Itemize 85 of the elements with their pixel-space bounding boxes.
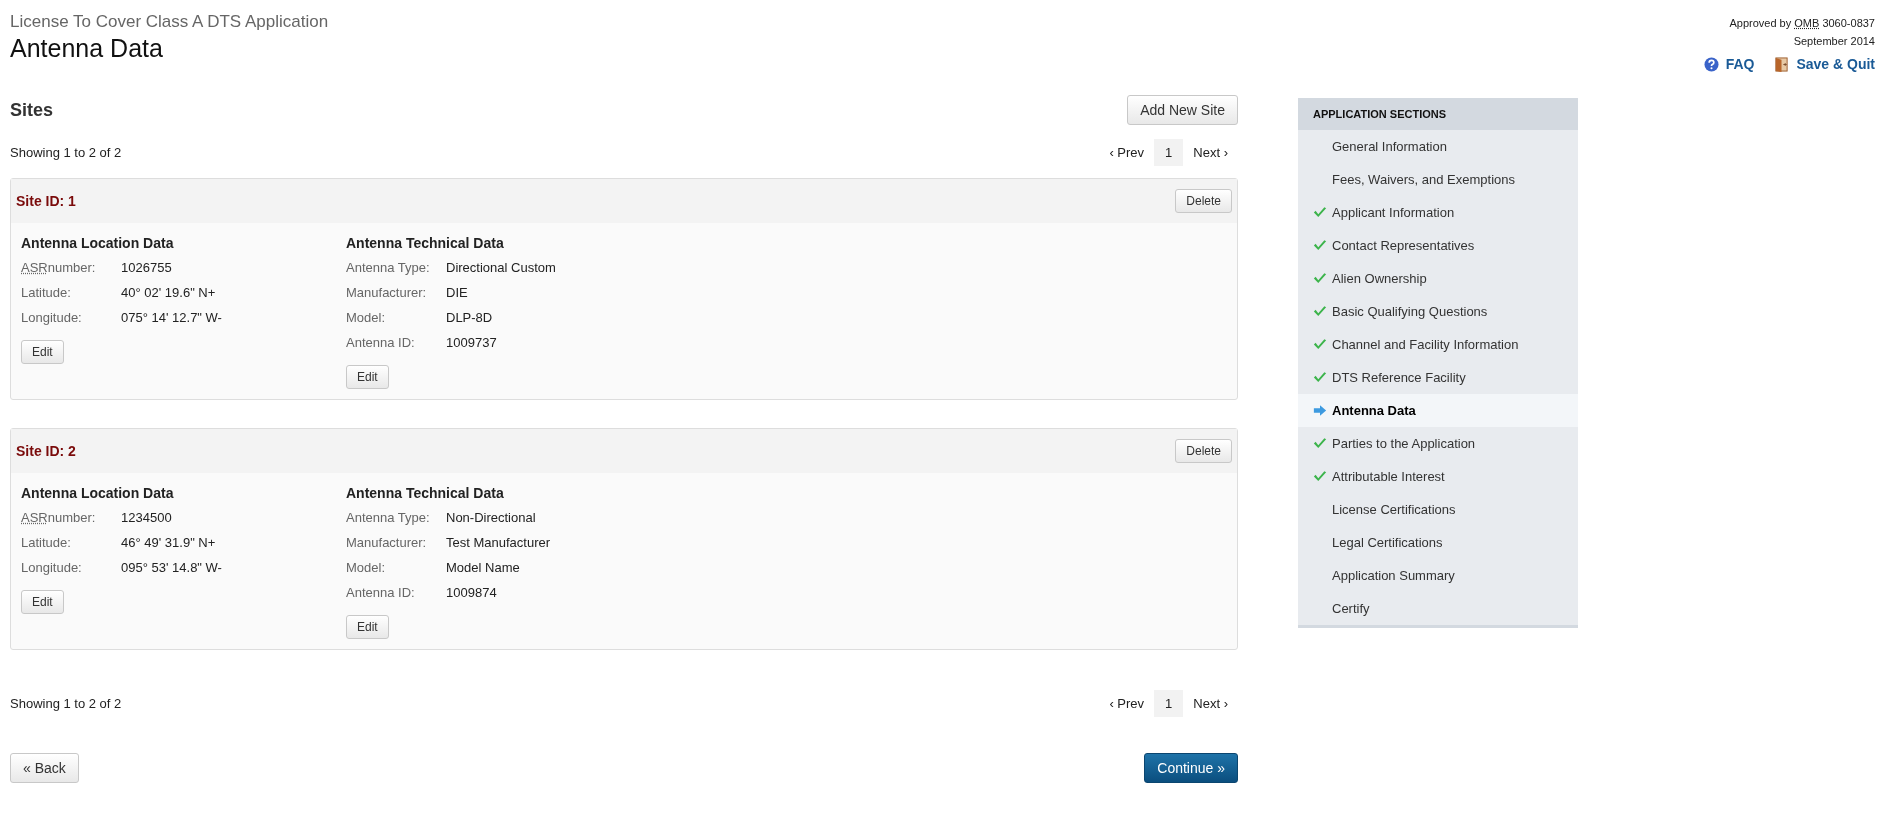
section-nav-item[interactable]: Legal Certifications bbox=[1298, 526, 1578, 559]
page-number[interactable]: 1 bbox=[1154, 690, 1184, 717]
field-value: Non-Directional bbox=[446, 509, 536, 527]
check-icon bbox=[1313, 239, 1327, 252]
check-icon bbox=[1313, 338, 1327, 351]
section-nav-item[interactable]: General Information bbox=[1298, 130, 1578, 163]
section-nav-item[interactable]: Certify bbox=[1298, 592, 1578, 625]
field-label: Latitude: bbox=[21, 284, 72, 302]
help-icon bbox=[1703, 56, 1719, 72]
field-label: Antenna Type: bbox=[346, 509, 431, 527]
section-nav-item[interactable]: Alien Ownership bbox=[1298, 262, 1578, 295]
section-nav-item[interactable]: Antenna Data bbox=[1298, 394, 1578, 427]
section-nav-item[interactable]: Application Summary bbox=[1298, 559, 1578, 592]
field-label: Longitude: bbox=[21, 559, 83, 577]
section-heading: Antenna Location Data bbox=[21, 485, 174, 501]
next-page-link[interactable]: Next › bbox=[1183, 690, 1238, 717]
field-value: DLP-8D bbox=[446, 309, 493, 327]
field-label: Model: bbox=[346, 559, 387, 577]
check-icon bbox=[1313, 437, 1327, 450]
page-title: Antenna Data bbox=[10, 34, 164, 63]
header-link[interactable]: Save & Quit bbox=[1774, 56, 1875, 72]
field-value: 1026755 bbox=[121, 259, 172, 277]
field-label: ASRnumber: bbox=[21, 509, 97, 527]
field-value: DIE bbox=[446, 284, 468, 302]
field-value: 1009874 bbox=[446, 584, 497, 602]
delete-button[interactable]: Delete bbox=[1175, 189, 1232, 213]
field-label: Manufacturer: bbox=[346, 284, 428, 302]
results-summary: Showing 1 to 2 of 2 bbox=[10, 145, 122, 160]
section-nav-item[interactable]: Contact Representatives bbox=[1298, 229, 1578, 262]
edit-button[interactable]: Edit bbox=[346, 365, 389, 389]
omb-approval-text: Approved by OMB 3060-0837 bbox=[1729, 16, 1875, 31]
section-nav-item[interactable]: Applicant Information bbox=[1298, 196, 1578, 229]
field-label: Antenna ID: bbox=[346, 584, 416, 602]
field-value: Test Manufacturer bbox=[446, 534, 551, 552]
arrow-icon bbox=[1313, 404, 1327, 417]
field-value: 1009737 bbox=[446, 334, 497, 352]
field-label: Antenna Type: bbox=[346, 259, 431, 277]
section-heading: Antenna Location Data bbox=[21, 235, 174, 251]
edit-button[interactable]: Edit bbox=[346, 615, 389, 639]
section-nav-item[interactable]: DTS Reference Facility bbox=[1298, 361, 1578, 394]
field-label: Antenna ID: bbox=[346, 334, 416, 352]
section-nav-item[interactable]: Channel and Facility Information bbox=[1298, 328, 1578, 361]
section-nav-item[interactable]: Parties to the Application bbox=[1298, 427, 1578, 460]
back-button[interactable]: « Back bbox=[10, 753, 79, 783]
application-subtitle: License To Cover Class A DTS Application bbox=[10, 12, 330, 32]
field-value: Model Name bbox=[446, 559, 520, 577]
next-page-link[interactable]: Next › bbox=[1183, 139, 1238, 166]
continue-button[interactable]: Continue » bbox=[1144, 753, 1238, 783]
door-icon bbox=[1774, 56, 1790, 72]
check-icon bbox=[1313, 272, 1327, 285]
field-value: 40° 02' 19.6" N+ bbox=[121, 284, 216, 302]
results-summary: Showing 1 to 2 of 2 bbox=[10, 696, 122, 711]
delete-button[interactable]: Delete bbox=[1175, 439, 1232, 463]
field-label: Model: bbox=[346, 309, 387, 327]
section-nav-item[interactable]: Fees, Waivers, and Exemptions bbox=[1298, 163, 1578, 196]
site-id-title: Site ID: 2 bbox=[16, 443, 76, 459]
field-value: Directional Custom bbox=[446, 259, 556, 277]
header-link[interactable]: FAQ bbox=[1703, 56, 1755, 72]
prev-page-link[interactable]: ‹ Prev bbox=[1099, 690, 1155, 717]
section-nav-item[interactable]: Basic Qualifying Questions bbox=[1298, 295, 1578, 328]
field-label: ASRnumber: bbox=[21, 259, 97, 277]
field-value: 1234500 bbox=[121, 509, 172, 527]
check-icon bbox=[1313, 371, 1327, 384]
field-value: 075° 14' 12.7" W- bbox=[121, 309, 222, 327]
check-icon bbox=[1313, 470, 1327, 483]
edit-button[interactable]: Edit bbox=[21, 590, 64, 614]
section-nav-item[interactable]: License Certifications bbox=[1298, 493, 1578, 526]
sites-heading: Sites bbox=[10, 99, 54, 121]
field-label: Manufacturer: bbox=[346, 534, 428, 552]
approval-date: September 2014 bbox=[1793, 34, 1875, 49]
field-label: Longitude: bbox=[21, 309, 83, 327]
section-nav-item[interactable]: Attributable Interest bbox=[1298, 460, 1578, 493]
check-icon bbox=[1313, 305, 1327, 318]
field-value: 46° 49' 31.9" N+ bbox=[121, 534, 216, 552]
field-value: 095° 53' 14.8" W- bbox=[121, 559, 222, 577]
prev-page-link[interactable]: ‹ Prev bbox=[1099, 139, 1155, 166]
section-heading: Antenna Technical Data bbox=[346, 485, 504, 501]
site-id-title: Site ID: 1 bbox=[16, 193, 76, 209]
check-icon bbox=[1313, 206, 1327, 219]
page-number[interactable]: 1 bbox=[1154, 139, 1184, 166]
add-new-site-button[interactable]: Add New Site bbox=[1127, 95, 1238, 125]
panel-heading: APPLICATION SECTIONS bbox=[1298, 98, 1578, 130]
section-heading: Antenna Technical Data bbox=[346, 235, 504, 251]
field-label: Latitude: bbox=[21, 534, 72, 552]
edit-button[interactable]: Edit bbox=[21, 340, 64, 364]
